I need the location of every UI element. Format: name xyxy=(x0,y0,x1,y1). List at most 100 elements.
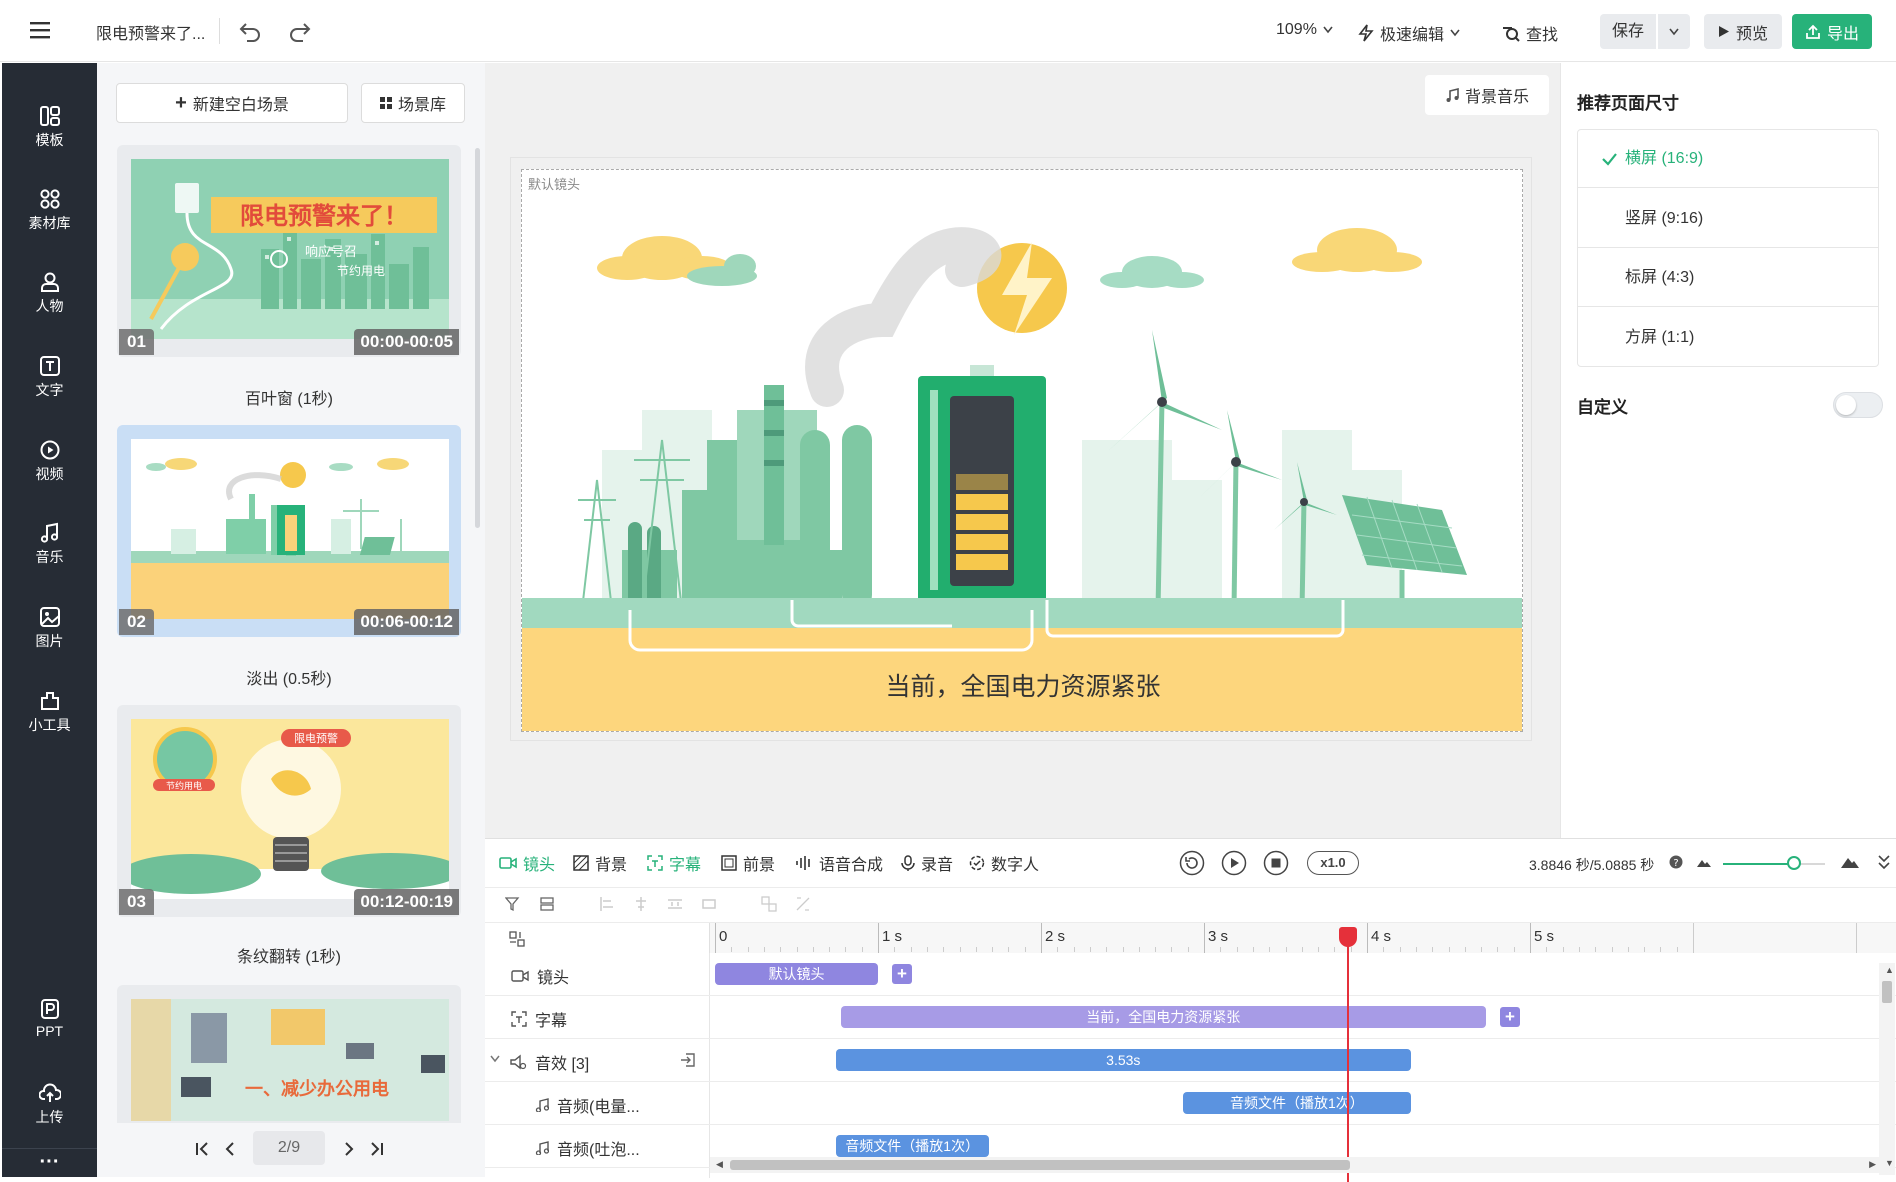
stop-icon[interactable] xyxy=(1263,850,1289,876)
timeline-clip[interactable]: 音频文件（播放1次） xyxy=(1182,1092,1411,1114)
tab-tts[interactable]: 语音合成 xyxy=(795,851,883,875)
group-icon[interactable] xyxy=(761,896,777,912)
ruler-major-tick xyxy=(1856,923,1857,953)
playhead-handle[interactable] xyxy=(1339,927,1358,947)
music-icon xyxy=(39,522,61,544)
track-settings-icon[interactable] xyxy=(509,931,525,947)
track-label: 音频(电量... xyxy=(535,1093,640,1117)
nav-label: 音乐 xyxy=(35,549,64,565)
menu-icon[interactable] xyxy=(30,20,52,40)
next-page-button[interactable] xyxy=(343,1141,355,1157)
replay-icon[interactable] xyxy=(1179,850,1205,876)
ungroup-icon[interactable] xyxy=(795,896,811,912)
canvas-frame[interactable]: 默认镜头 当前，全国电力资源紧张 xyxy=(521,169,1523,732)
playhead[interactable] xyxy=(1339,927,1358,1182)
video-icon xyxy=(39,439,61,461)
undo-icon[interactable] xyxy=(238,19,262,43)
zoom-dropdown[interactable]: 109% xyxy=(1276,21,1333,39)
timeline-clip[interactable]: 3.53s xyxy=(835,1049,1411,1071)
new-scene-button[interactable]: + 新建空白场景 xyxy=(116,83,348,123)
track-name: 音效 [3] xyxy=(535,1056,590,1073)
thumb-sub-text: 节约用电 xyxy=(337,263,385,278)
timeline-toolbar xyxy=(505,896,811,912)
save-button[interactable]: 保存 xyxy=(1600,14,1656,49)
nav-item-upload[interactable]: 上传 xyxy=(2,1082,97,1127)
scene-card-1[interactable]: 限电预警来了！ 响应号召 节约用电 01 00:00-00:05 xyxy=(117,145,461,357)
align-stretch-icon[interactable] xyxy=(701,896,717,912)
redo-icon[interactable] xyxy=(288,19,312,43)
nav-item-tools[interactable]: 小工具 xyxy=(2,690,97,735)
ratio-option-portrait[interactable]: 竖屏 (9:16) xyxy=(1577,190,1879,248)
export-button[interactable]: 导出 xyxy=(1792,14,1872,49)
ruler-tick-label: 5 s xyxy=(1534,928,1555,945)
nav-item-music[interactable]: 音乐 xyxy=(2,522,97,567)
nav-item-image[interactable]: 图片 xyxy=(2,606,97,651)
tab-label: 字幕 xyxy=(669,857,702,874)
slider-handle[interactable] xyxy=(1787,856,1802,870)
ruler-minor-tick xyxy=(1122,947,1124,952)
save-dropdown-button[interactable] xyxy=(1658,14,1690,49)
timeline-clip[interactable]: 当前，全国电力资源紧张 xyxy=(840,1006,1486,1028)
align-distribute-icon[interactable] xyxy=(667,896,683,912)
scene-card-2[interactable]: 02 00:06-00:12 xyxy=(117,425,461,637)
find-label: 查找 xyxy=(1526,27,1559,44)
ratio-option-landscape[interactable]: 横屏 (16:9) xyxy=(1577,130,1879,188)
detach-icon[interactable] xyxy=(680,1052,696,1068)
collapse-timeline-icon[interactable] xyxy=(1877,853,1891,871)
zoom-out-mountain-icon[interactable] xyxy=(1697,857,1711,867)
split-icon[interactable] xyxy=(539,896,555,912)
timeline-clip[interactable]: 默认镜头 xyxy=(715,963,878,985)
scene-card-4[interactable]: 一、减少办公用电 xyxy=(117,985,461,1123)
align-left-icon[interactable] xyxy=(599,896,615,912)
collapse-chevron-icon[interactable] xyxy=(489,1054,501,1064)
scene-number-badge: 03 xyxy=(119,889,154,915)
playback-speed-button[interactable]: x1.0 xyxy=(1307,851,1359,875)
nav-label: 文字 xyxy=(35,382,64,398)
ruler-minor-tick xyxy=(1187,947,1189,952)
more-icon[interactable]: ··· xyxy=(2,1151,97,1174)
tab-digital-human[interactable]: 数字人 xyxy=(969,851,1039,875)
zoom-in-mountain-icon[interactable] xyxy=(1841,855,1859,868)
edit-mode-dropdown[interactable]: 极速编辑 xyxy=(1358,21,1460,45)
prev-page-button[interactable] xyxy=(224,1141,236,1157)
nav-item-template[interactable]: 模板 xyxy=(2,105,97,150)
scenes-scrollbar[interactable] xyxy=(475,148,480,528)
tab-background[interactable]: 背景 xyxy=(573,851,627,875)
ruler-minor-tick xyxy=(992,947,994,952)
tab-subtitle[interactable]: 字幕 xyxy=(647,851,701,875)
timeline-ruler[interactable]: 0 1 s 2 s 3 s 4 s 5 s xyxy=(709,923,1896,953)
scene-library-button[interactable]: 场景库 xyxy=(361,83,465,123)
page-indicator[interactable]: 2/9 xyxy=(253,1131,325,1165)
tab-record[interactable]: 录音 xyxy=(901,851,953,875)
filter-add-icon[interactable] xyxy=(505,896,521,912)
ratio-option-square[interactable]: 方屏 (1:1) xyxy=(1577,309,1879,367)
ruler-major-tick xyxy=(1530,923,1531,953)
nav-item-person[interactable]: 人物 xyxy=(2,271,97,316)
nav-item-materials[interactable]: 素材库 xyxy=(2,188,97,233)
preview-button[interactable]: 预览 xyxy=(1704,14,1782,49)
tab-foreground[interactable]: 前景 xyxy=(721,851,775,875)
nav-item-text[interactable]: 文字 xyxy=(2,355,97,400)
help-icon[interactable]: ? xyxy=(1669,855,1683,869)
custom-size-toggle[interactable] xyxy=(1833,392,1883,418)
tab-label: 前景 xyxy=(743,857,776,874)
play-icon[interactable] xyxy=(1221,850,1247,876)
find-button[interactable]: 查找 xyxy=(1502,21,1558,45)
ratio-option-standard[interactable]: 标屏 (4:3) xyxy=(1577,249,1879,307)
timeline-clip[interactable]: 音频文件（播放1次） xyxy=(835,1135,989,1157)
nav-item-ppt[interactable]: PPT xyxy=(2,998,97,1039)
timeline-zoom-slider[interactable] xyxy=(1723,856,1825,870)
vertical-scrollbar[interactable]: ▲ ▼ xyxy=(1879,963,1895,1175)
scene-card-3[interactable]: 限电预警 节约用电 03 00:12-00:19 xyxy=(117,705,461,917)
add-clip-button[interactable]: + xyxy=(1499,1007,1520,1027)
last-page-button[interactable] xyxy=(370,1141,384,1157)
document-title[interactable]: 限电预警来了... xyxy=(96,20,205,44)
first-page-button[interactable] xyxy=(195,1141,209,1157)
align-center-icon[interactable] xyxy=(633,896,649,912)
background-music-button[interactable]: 背景音乐 xyxy=(1425,75,1549,115)
add-clip-button[interactable]: + xyxy=(892,964,912,984)
tab-lens[interactable]: 镜头 xyxy=(499,851,555,875)
lightning-icon xyxy=(1358,24,1374,42)
horizontal-scrollbar[interactable]: ◀ ▶ xyxy=(710,1157,1880,1173)
nav-item-video[interactable]: 视频 xyxy=(2,439,97,484)
